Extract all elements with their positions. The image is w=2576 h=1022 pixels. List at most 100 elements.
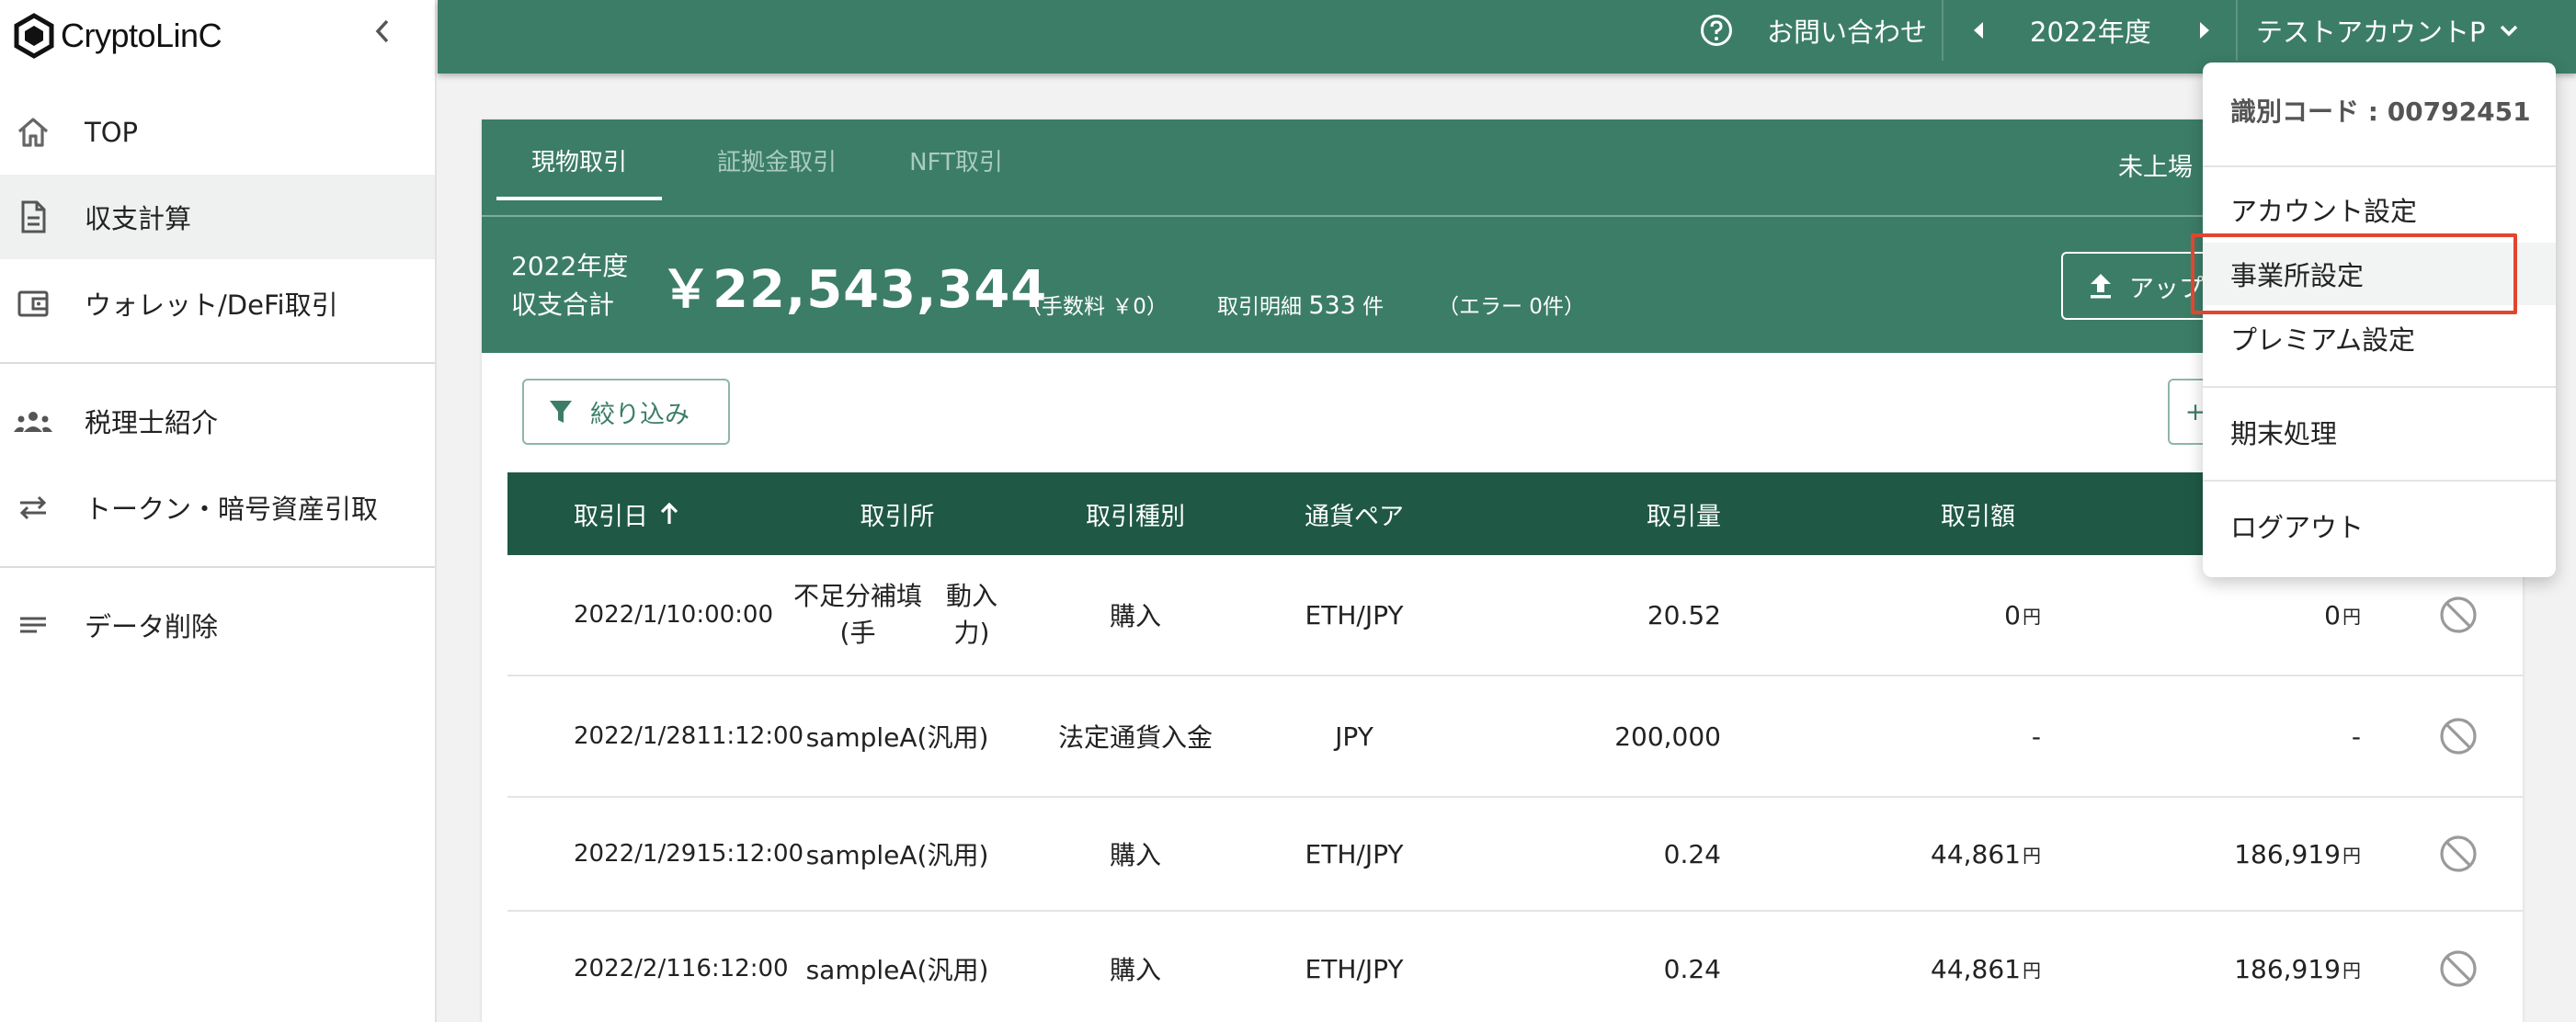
table-row[interactable]: 2022/1/29 15:12:00 sampleA(汎用) 購入 ETH/JPY…	[507, 798, 2523, 912]
row-date: 2022/2/1 16:12:00	[574, 955, 789, 982]
document-icon	[13, 197, 53, 237]
detail-unit: 件	[1362, 295, 1385, 319]
sidebar-item-label: TOP	[85, 117, 139, 148]
filter-button[interactable]: 絞り込み	[522, 379, 730, 445]
sidebar-item-delete-data[interactable]: データ削除	[0, 583, 435, 667]
row-amount: 44,861 円	[1931, 838, 2041, 869]
sidebar-item-label: 税理士紹介	[85, 407, 219, 438]
sidebar-item-tax-accountant[interactable]: 税理士紹介	[0, 379, 435, 463]
identification-code: 識別コード : 00792451	[2230, 97, 2531, 127]
sidebar-item-income-calc[interactable]: 収支計算	[0, 175, 435, 259]
row-type: 購入	[1109, 840, 1161, 870]
prev-year-button[interactable]	[1971, 0, 1986, 61]
people-icon	[13, 401, 53, 441]
chevron-down-icon	[2500, 25, 2517, 37]
sidebar: CryptoLinC TOP 収支計算 ウォレット/DeFi取引 税理士紹介 ト…	[0, 0, 437, 1022]
column-header-pair[interactable]: 通貨ペア	[1278, 472, 1430, 555]
table-row[interactable]: 2022/2/1 16:12:00 sampleA(汎用) 購入 ETH/JPY …	[507, 912, 2523, 1022]
help-button[interactable]	[1699, 0, 1734, 61]
ignore-row-icon[interactable]	[2438, 834, 2479, 874]
row-amount: 44,861 円	[1931, 953, 2041, 984]
ignore-row-icon[interactable]	[2438, 716, 2479, 756]
home-icon	[13, 112, 53, 153]
menu-divider	[2203, 386, 2556, 388]
sidebar-item-label: ウォレット/DeFi取引	[85, 290, 338, 321]
row-amount: -	[2031, 721, 2041, 752]
column-header-amount[interactable]: 取引額	[1813, 472, 2015, 555]
column-header-date[interactable]: 取引日	[574, 472, 681, 555]
contact-link[interactable]: お問い合わせ	[1767, 0, 1927, 61]
row-pair: ETH/JPY	[1305, 953, 1404, 984]
menu-item-premium-settings[interactable]: プレミアム設定	[2203, 307, 2556, 369]
summary-total-label: 収支合計	[511, 290, 615, 320]
row-type: 購入	[1109, 601, 1161, 631]
summary-year: 2022年度	[511, 251, 629, 281]
account-name: テストアカウントP	[2256, 17, 2486, 48]
row-pair: ETH/JPY	[1305, 838, 1404, 869]
caret-right-icon	[2200, 22, 2209, 39]
caret-left-icon	[1974, 22, 1983, 39]
menu-item-logout[interactable]: ログアウト	[2203, 494, 2556, 557]
row-date: 2022/1/28 11:12:00	[574, 722, 804, 750]
fee-text: （手数料 ￥0）	[1020, 295, 1168, 319]
wallet-icon	[13, 283, 53, 324]
detail-count: 取引明細 533 件	[1217, 289, 1384, 320]
collapse-sidebar-button[interactable]	[366, 9, 399, 53]
table-row[interactable]: 2022/1/28 11:12:00 sampleA(汎用) 法定通貨入金 JPY…	[507, 676, 2523, 798]
sidebar-item-top[interactable]: TOP	[0, 90, 435, 175]
row-exchange: sampleA(汎用)	[805, 955, 989, 985]
unlisted-tokens-link[interactable]: 未上場	[2118, 147, 2193, 183]
row-type: 法定通貨入金	[1057, 722, 1213, 753]
sidebar-divider	[0, 566, 435, 568]
menu-divider	[2203, 480, 2556, 482]
detail-number: 533	[1308, 291, 1356, 320]
row-value: -	[2351, 721, 2361, 752]
error-count: （エラー 0件）	[1438, 295, 1585, 319]
menu-divider	[2203, 165, 2556, 167]
menu-item-year-end-processing[interactable]: 期末処理	[2203, 401, 2556, 463]
account-menu-button[interactable]: テストアカウントP	[2256, 0, 2519, 61]
cryptolinc-logo-icon	[14, 13, 54, 59]
lines-icon	[13, 605, 53, 645]
sidebar-item-label: 収支計算	[85, 203, 192, 234]
sidebar-item-label: トークン・暗号資産引取	[85, 494, 379, 525]
header-divider	[1942, 0, 1943, 61]
row-date: 2022/1/29 15:12:00	[574, 840, 804, 868]
tab-margin-trading[interactable]: 証拠金取引	[671, 119, 883, 200]
row-quantity: 0.24	[1663, 953, 1721, 984]
menu-item-account-settings[interactable]: アカウント設定	[2203, 178, 2556, 241]
row-type: 購入	[1109, 955, 1161, 985]
filter-label: 絞り込み	[590, 400, 690, 429]
menu-item-office-settings[interactable]: 事業所設定	[2203, 243, 2556, 305]
fiscal-year: 2022年度	[2030, 17, 2151, 48]
sidebar-item-wallet[interactable]: ウォレット/DeFi取引	[0, 261, 435, 346]
row-exchange: sampleA(汎用)	[805, 840, 989, 870]
row-exchange: sampleA(汎用)	[805, 722, 989, 753]
tab-spot-trading[interactable]: 現物取引	[496, 119, 662, 200]
total-profit: ￥22,543,344	[660, 260, 1048, 320]
row-quantity: 200,000	[1614, 721, 1721, 752]
sidebar-item-token-buyback[interactable]: トークン・暗号資産引取	[0, 465, 435, 550]
header-divider	[2236, 0, 2238, 61]
ignore-row-icon[interactable]	[2438, 948, 2479, 989]
column-header-label: 取引日	[574, 502, 648, 531]
chevron-left-icon	[375, 19, 389, 43]
row-value: 186,919 円	[2234, 953, 2361, 984]
brand-name: CryptoLinC	[61, 17, 222, 54]
column-header-quantity[interactable]: 取引量	[1519, 472, 1721, 555]
column-header-exchange[interactable]: 取引所	[838, 472, 956, 555]
column-header-type[interactable]: 取引種別	[1059, 472, 1212, 555]
tab-nft-trading[interactable]: NFT取引	[883, 119, 1030, 200]
detail-label: 取引明細	[1217, 295, 1302, 319]
active-tab-indicator	[496, 197, 662, 200]
row-pair: ETH/JPY	[1305, 599, 1404, 630]
swap-icon	[13, 487, 53, 528]
ignore-row-icon[interactable]	[2438, 595, 2479, 635]
help-icon	[1701, 15, 1732, 46]
sidebar-item-label: データ削除	[85, 611, 219, 642]
row-exchange: 不足分補填(手 動入力)	[793, 581, 998, 648]
logo[interactable]: CryptoLinC	[11, 9, 222, 62]
row-quantity: 0.24	[1663, 838, 1721, 869]
upload-label: アップ	[2129, 274, 2204, 303]
next-year-button[interactable]	[2197, 0, 2212, 61]
